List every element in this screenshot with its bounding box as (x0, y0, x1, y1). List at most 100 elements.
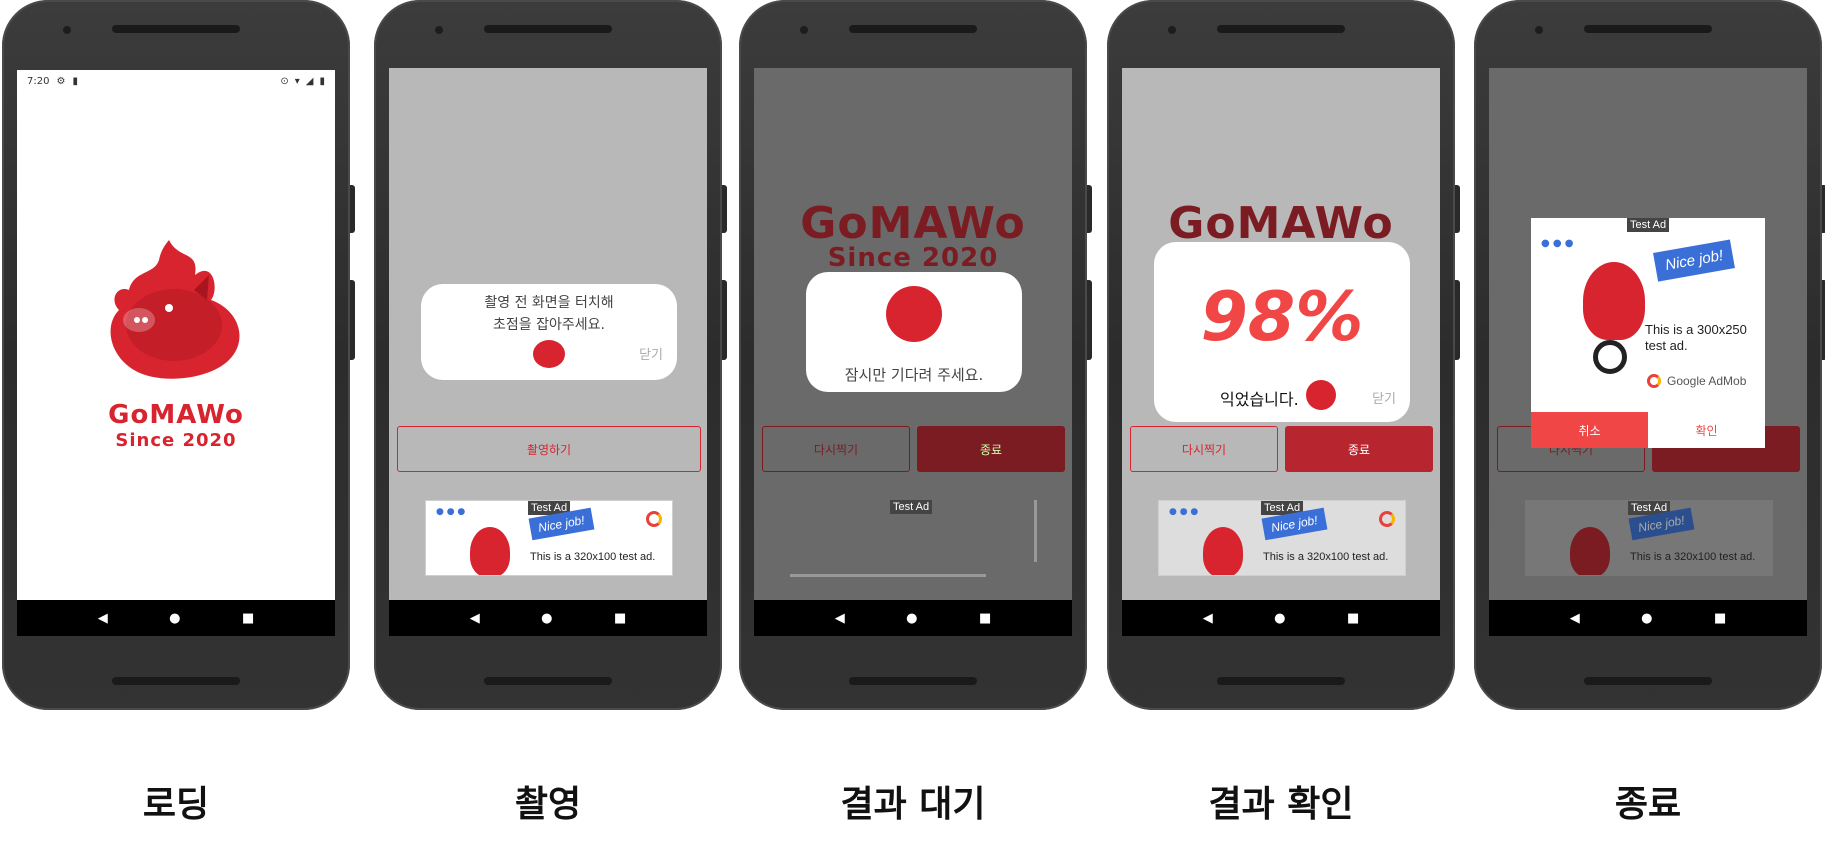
bottom-speaker (112, 677, 240, 685)
bottom-speaker (484, 677, 612, 685)
nice-job-flag: Nice job! (1653, 239, 1736, 282)
back-icon[interactable]: ◀ (835, 611, 845, 626)
navigation-bar: ◀ ● ■ (389, 600, 707, 636)
ad-banner[interactable]: Test Ad Nice job! ● ● ● This is a 320x10… (1158, 500, 1406, 576)
pig-small-icon (1306, 380, 1336, 410)
recent-apps-icon[interactable]: ■ (1347, 611, 1359, 626)
front-camera (1535, 26, 1543, 34)
power-button (1087, 185, 1092, 233)
recent-apps-icon[interactable]: ■ (1714, 611, 1726, 626)
screen-waiting: GoMAWo Since 2020 잠시만 기다려 주세요. 다시찍기 종료 T… (754, 68, 1072, 636)
recent-apps-icon[interactable]: ■ (242, 611, 254, 626)
confirm-button[interactable]: 확인 (1648, 412, 1765, 448)
cancel-button[interactable]: 취소 (1531, 412, 1648, 448)
admob-logo-icon (646, 511, 662, 527)
retake-button[interactable]: 다시찍기 (1130, 426, 1278, 472)
home-icon[interactable]: ● (541, 611, 552, 626)
monster-mascot-icon (1583, 262, 1645, 340)
ad-banner[interactable]: Test Ad Nice job! ● ● ● This is a 320x10… (425, 500, 673, 576)
monster-mascot-icon (1570, 527, 1610, 575)
navigation-bar: ◀ ● ■ (754, 600, 1072, 636)
bottom-speaker (849, 677, 977, 685)
home-icon[interactable]: ● (906, 611, 917, 626)
back-icon[interactable]: ◀ (1203, 611, 1213, 626)
interstitial-text-line2: test ad. (1645, 338, 1688, 353)
bottom-speaker (1584, 677, 1712, 685)
recent-apps-icon[interactable]: ■ (614, 611, 626, 626)
earpiece-speaker (1584, 25, 1712, 33)
earpiece-speaker (1217, 25, 1345, 33)
exit-button[interactable]: 종료 (917, 426, 1065, 472)
scroll-indicator (1034, 500, 1037, 562)
caption-waiting: 결과 대기 (840, 784, 986, 825)
phone-result: GoMAWo 98% 익었습니다. 닫기 다시찍기 종료 Test Ad Nic… (1107, 0, 1460, 710)
ad-banner[interactable]: Test Ad Nice job! This is a 320x100 test… (1525, 500, 1773, 576)
admob-logo-icon (1647, 374, 1661, 388)
front-camera (1168, 26, 1176, 34)
volume-button (1087, 280, 1092, 360)
home-icon[interactable]: ● (1274, 611, 1285, 626)
pig-fire-logo-icon (110, 240, 240, 379)
close-button[interactable]: 닫기 (1372, 388, 1396, 407)
phone-loading: 7:20 ⚙ ▮ ⊙ ▾ ◢ ▮ GoMAWo Since 2020 ◀ ● ■ (2, 0, 355, 710)
pig-small-icon (533, 340, 565, 368)
back-icon[interactable]: ◀ (98, 611, 108, 626)
brand-logo: GoMAWo Since 2020 (17, 400, 335, 451)
front-camera (435, 26, 443, 34)
recent-apps-icon[interactable]: ■ (979, 611, 991, 626)
phone-exit: 다시찍기 종료 Test Ad Nice job! This is a 320x… (1474, 0, 1825, 710)
focus-hint-dialog: 촬영 전 화면을 터치해 초점을 잡아주세요. 닫기 (421, 284, 677, 380)
home-icon[interactable]: ● (169, 611, 180, 626)
test-ad-tag: Test Ad (890, 500, 933, 514)
close-button[interactable]: 닫기 (639, 344, 663, 363)
back-icon[interactable]: ◀ (1570, 611, 1580, 626)
volume-button (722, 280, 727, 360)
brand-name: GoMAWo (108, 400, 244, 430)
exit-interstitial-dialog: Test Ad Nice job! ● ● ● This is a 300x25… (1531, 218, 1765, 448)
brand-name: GoMAWo (800, 198, 1026, 249)
unicycle-wheel-icon (1593, 340, 1627, 374)
caption-exit: 종료 (1614, 784, 1682, 825)
shoot-button[interactable]: 촬영하기 (397, 426, 701, 472)
focus-hint-line1: 촬영 전 화면을 터치해 (484, 295, 614, 311)
front-camera (63, 26, 71, 34)
dots-icon: ● ● ● (436, 507, 466, 517)
dots-icon: ● ● ● (1541, 238, 1574, 249)
caption-shooting: 촬영 (514, 784, 582, 825)
ad-banner-text: This is a 320x100 test ad. (530, 551, 656, 563)
volume-button (1455, 280, 1460, 360)
monster-mascot-icon (470, 527, 510, 575)
interstitial-text-line1: This is a 300x250 (1645, 322, 1747, 337)
brand-logo-dimmed: GoMAWo Since 2020 (754, 198, 1072, 273)
waiting-dialog: 잠시만 기다려 주세요. (806, 272, 1022, 392)
result-percent: 98% (1200, 278, 1364, 357)
screen-exit: 다시찍기 종료 Test Ad Nice job! This is a 320x… (1489, 68, 1807, 636)
test-ad-tag: Test Ad (1627, 218, 1670, 232)
navigation-bar: ◀ ● ■ (1489, 600, 1807, 636)
screen-loading: 7:20 ⚙ ▮ ⊙ ▾ ◢ ▮ GoMAWo Since 2020 ◀ ● ■ (17, 70, 335, 636)
front-camera (800, 26, 808, 34)
retake-button[interactable]: 다시찍기 (762, 426, 910, 472)
monster-mascot-icon (1203, 527, 1243, 575)
bottom-speaker (1217, 677, 1345, 685)
home-icon[interactable]: ● (1641, 611, 1652, 626)
exit-button[interactable]: 종료 (1285, 426, 1433, 472)
phone-waiting: GoMAWo Since 2020 잠시만 기다려 주세요. 다시찍기 종료 T… (739, 0, 1092, 710)
earpiece-speaker (112, 25, 240, 33)
waiting-message: 잠시만 기다려 주세요. (844, 366, 984, 384)
loading-progress-bar (790, 574, 986, 577)
admob-logo-icon (1379, 511, 1395, 527)
admob-brand: Google AdMob (1667, 374, 1747, 388)
brand-since: Since 2020 (115, 430, 237, 451)
navigation-bar: ◀ ● ■ (1122, 600, 1440, 636)
power-button (722, 185, 727, 233)
navigation-bar: ◀ ● ■ (17, 600, 335, 636)
back-icon[interactable]: ◀ (470, 611, 480, 626)
screen-shooting: 촬영 전 화면을 터치해 초점을 잡아주세요. 닫기 촬영하기 Test Ad … (389, 68, 707, 636)
power-button (350, 185, 355, 233)
volume-button (350, 280, 355, 360)
caption-loading: 로딩 (142, 784, 210, 825)
ad-banner-text: This is a 320x100 test ad. (1263, 551, 1389, 563)
result-dialog: 98% 익었습니다. 닫기 (1154, 242, 1410, 422)
power-button (1455, 185, 1460, 233)
